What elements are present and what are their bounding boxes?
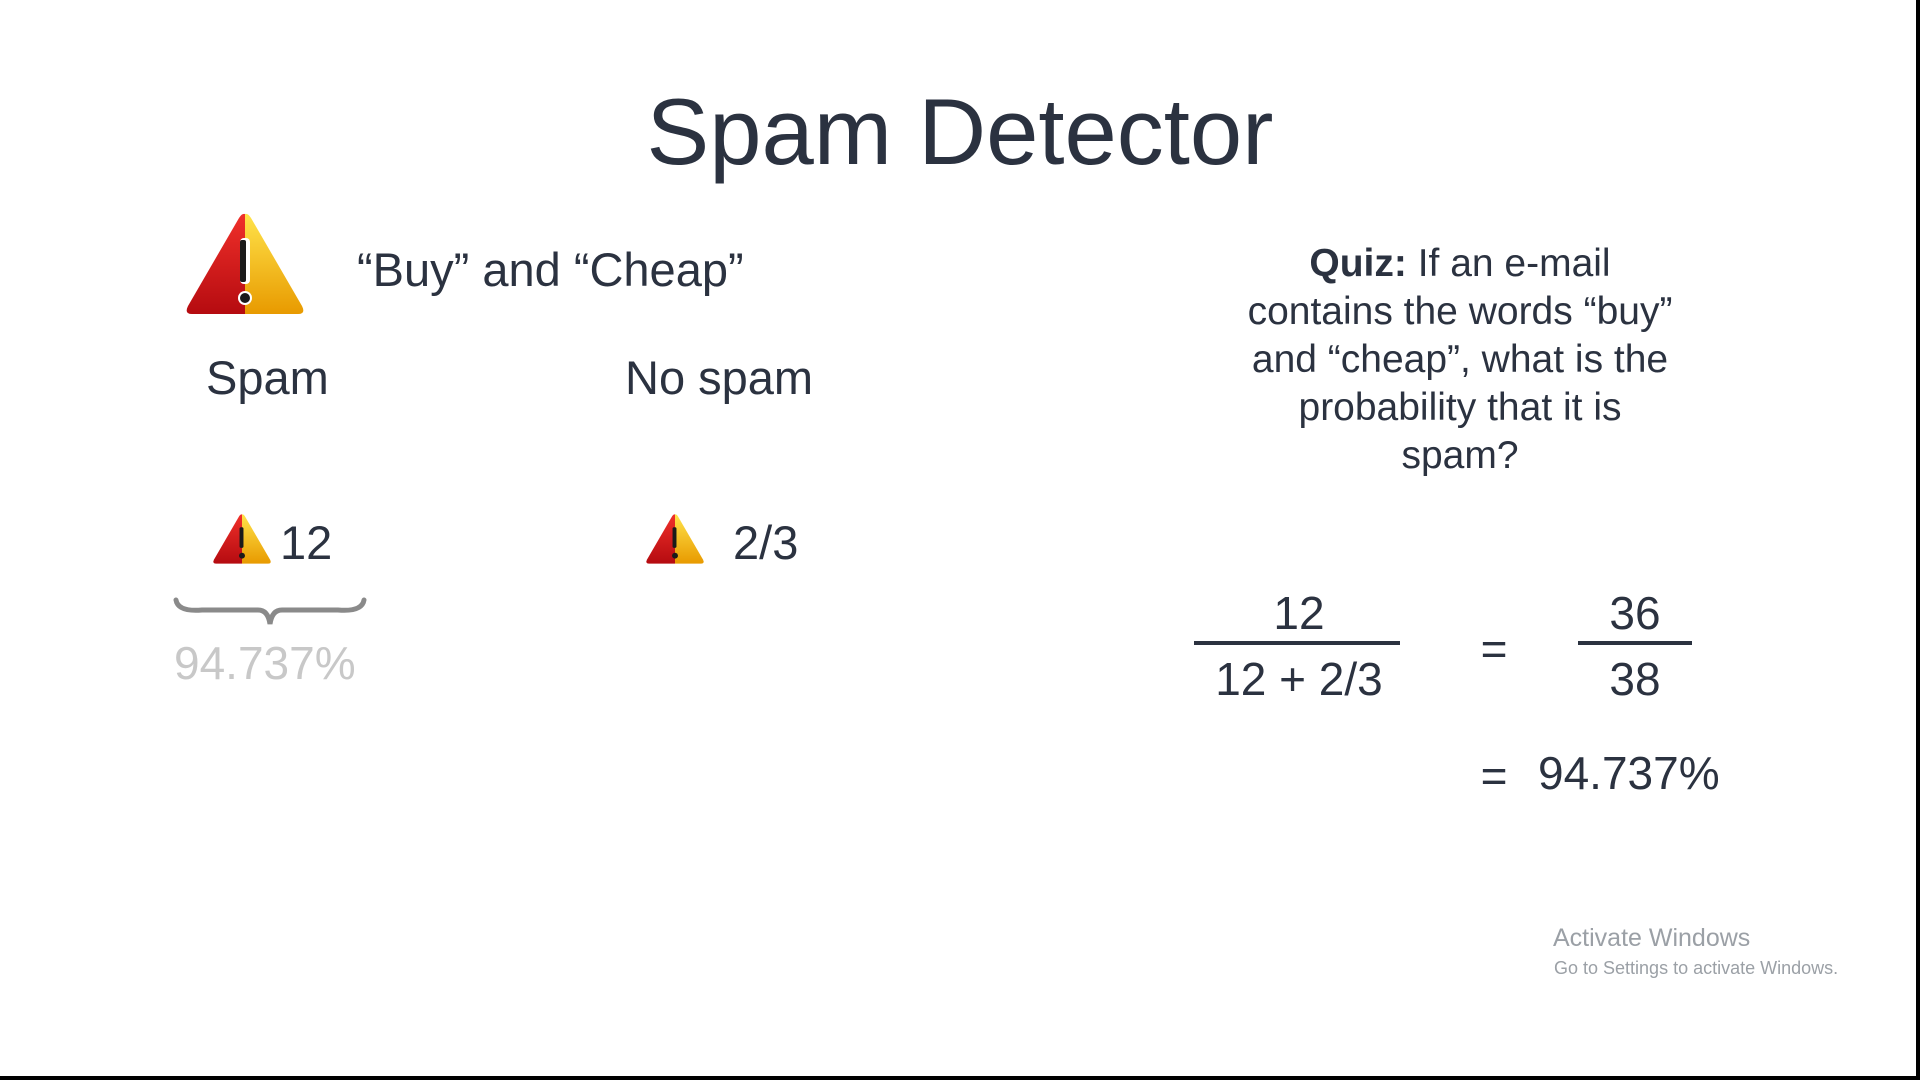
fraction-bar — [1194, 641, 1400, 645]
curly-brace-icon — [172, 596, 368, 630]
quiz-line-5: spam? — [1401, 434, 1519, 477]
warning-triangle-icon — [184, 210, 306, 318]
equals-sign: = — [1480, 623, 1508, 675]
final-result: 94.737% — [1538, 747, 1720, 799]
faded-result: 94.737% — [174, 637, 356, 689]
activate-windows-subtitle: Go to Settings to activate Windows. — [1554, 958, 1839, 978]
fraction-numerator-2: 36 — [1609, 587, 1661, 639]
fraction-numerator: 12 — [1273, 587, 1325, 639]
quiz-line-2: contains the words “buy” — [1247, 290, 1673, 333]
warning-triangle-icon — [645, 512, 705, 566]
equals-sign-2: = — [1480, 750, 1508, 802]
spam-count: 12 — [280, 516, 333, 569]
quiz-line-3: and “cheap”, what is the — [1251, 338, 1669, 381]
fraction-denominator: 12 + 2/3 — [1215, 653, 1383, 705]
no-spam-column-label: No spam — [625, 351, 814, 404]
quiz-line-4: probability that it is — [1298, 386, 1622, 429]
warning-triangle-icon — [212, 512, 272, 566]
keyword-phrase: “Buy” and “Cheap” — [357, 243, 744, 296]
fraction-denominator-2: 38 — [1609, 653, 1661, 705]
spam-column-label: Spam — [206, 351, 329, 404]
slide-title: Spam Detector — [646, 79, 1274, 184]
activate-windows-title: Activate Windows — [1553, 924, 1751, 952]
fraction-bar-2 — [1578, 641, 1692, 645]
quiz-question: Quiz: If an e-mail contains the words “b… — [1190, 240, 1730, 480]
slide: Spam Detector “Buy” and “Cheap” Spam No … — [0, 0, 1916, 1076]
quiz-line-1: If an e-mail — [1406, 242, 1611, 285]
quiz-prefix: Quiz: — [1309, 242, 1407, 285]
no-spam-count: 2/3 — [733, 516, 799, 569]
